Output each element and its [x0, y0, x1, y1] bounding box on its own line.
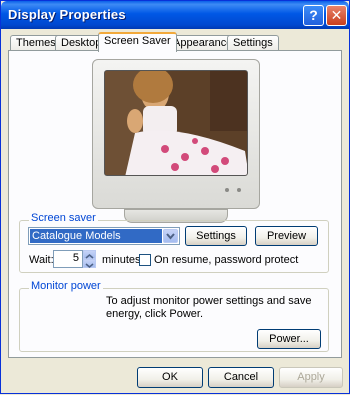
monitor-power-description: To adjust monitor power settings and sav…	[106, 295, 312, 320]
screen-saver-select[interactable]: Catalogue Models	[28, 227, 180, 245]
preview-button[interactable]: Preview	[255, 226, 318, 246]
spin-up-icon[interactable]	[83, 250, 96, 259]
wait-minutes-input[interactable]: 5	[53, 250, 83, 268]
settings-button[interactable]: Settings	[185, 226, 247, 246]
spin-down-glyph	[85, 263, 94, 268]
wait-label: Wait:	[29, 254, 54, 266]
screen-saver-selected-value: Catalogue Models	[30, 229, 162, 243]
wait-minutes-stepper[interactable]	[83, 250, 96, 268]
password-protect-label[interactable]: On resume, password protect	[154, 254, 298, 266]
chevron-down-glyph	[166, 233, 175, 240]
minutes-label: minutes	[102, 254, 141, 266]
screen-saver-group-label: Screen saver	[29, 212, 98, 224]
monitor-power-group-label: Monitor power	[29, 280, 103, 292]
power-button[interactable]: Power...	[257, 329, 321, 349]
spin-down-icon[interactable]	[83, 259, 96, 268]
password-protect-checkbox[interactable]	[139, 254, 151, 266]
display-properties-window: Display Properties ? ✕ Themes Desktop Sc…	[0, 0, 350, 394]
chevron-down-icon[interactable]	[163, 229, 178, 243]
